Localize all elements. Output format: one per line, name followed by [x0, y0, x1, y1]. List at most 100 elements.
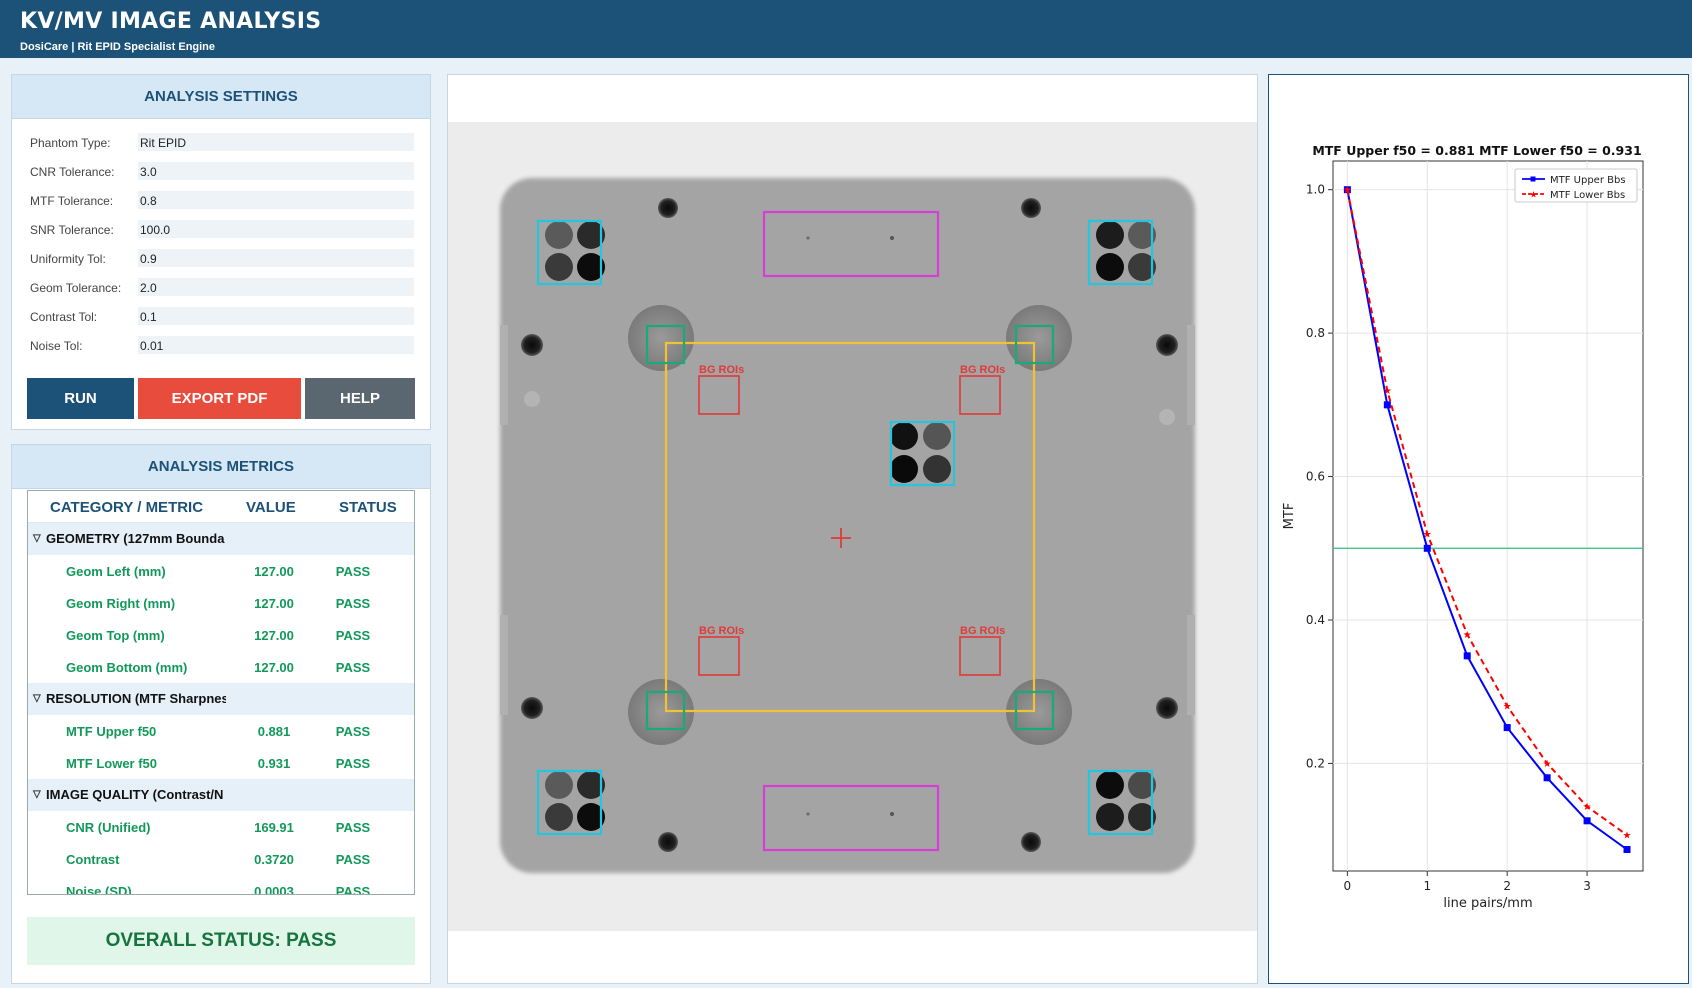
collapse-triangle-icon[interactable]: ▽: [33, 533, 41, 544]
y-tick-label: 0.8: [1306, 326, 1325, 340]
geom-tolerance-field[interactable]: 2.0: [138, 278, 414, 296]
plate-notch: [500, 325, 508, 425]
data-point-lower: ★: [1383, 386, 1392, 397]
bb-marker: [1021, 832, 1041, 852]
snr-tolerance-field[interactable]: 100.0: [138, 220, 414, 238]
legend-label-upper: MTF Upper Bbs: [1550, 175, 1626, 186]
metric-status: PASS: [335, 756, 371, 771]
metrics-title: ANALYSIS METRICS: [12, 445, 430, 489]
setting-label: Geom Tolerance:: [30, 281, 122, 295]
cnr-tolerance-field[interactable]: 3.0: [138, 162, 414, 180]
analysis-settings-panel: ANALYSIS SETTINGS Phantom Type: Rit EPID…: [11, 74, 431, 430]
settings-row: Phantom Type: Rit EPID: [30, 133, 426, 153]
bb-marker: [1156, 697, 1178, 719]
table-row[interactable]: MTF Lower f50 0.931 PASS: [28, 747, 414, 779]
settings-row: Geom Tolerance: 2.0: [30, 278, 426, 298]
image-viewer[interactable]: BG ROIs BG ROIs BG ROIs BG ROIs: [447, 74, 1258, 984]
bb-marker: [521, 334, 543, 356]
bb-marker: [658, 832, 678, 852]
table-row[interactable]: Geom Bottom (mm) 127.00 PASS: [28, 651, 414, 683]
settings-row: Noise Tol: 0.01: [30, 336, 426, 356]
data-point-upper: [1463, 652, 1471, 660]
column-header-value[interactable]: VALUE: [246, 499, 296, 516]
metric-value: 0.0003: [254, 884, 294, 895]
data-point-lower: ★: [1463, 630, 1472, 641]
metric-status: PASS: [335, 564, 371, 579]
metric-value: 0.881: [257, 724, 291, 739]
column-header-status[interactable]: STATUS: [339, 499, 397, 516]
metric-name: Geom Right (mm): [66, 596, 176, 611]
settings-row: SNR Tolerance: 100.0: [30, 220, 426, 240]
export-pdf-button[interactable]: EXPORT PDF: [138, 378, 301, 419]
y-axis-label: MTF: [1282, 503, 1297, 530]
overall-status-banner: OVERALL STATUS: PASS: [27, 917, 415, 965]
help-button[interactable]: HELP: [305, 378, 415, 419]
metric-name: Geom Top (mm): [66, 628, 165, 643]
plate-notch: [1187, 615, 1195, 715]
settings-row: MTF Tolerance: 0.8: [30, 191, 426, 211]
mtf-tolerance-field[interactable]: 0.8: [138, 191, 414, 209]
bg-roi-label: BG ROIs: [960, 625, 1005, 637]
setting-label: CNR Tolerance:: [30, 165, 115, 179]
settings-row: Contrast Tol: 0.1: [30, 307, 426, 327]
uniformity-tolerance-field[interactable]: 0.9: [138, 249, 414, 267]
data-point-lower: ★: [1503, 702, 1512, 713]
data-point-lower: ★: [1583, 802, 1592, 813]
mtf-chart[interactable]: MTF Upper f50 = 0.881 MTF Lower f50 = 0.…: [1269, 75, 1688, 983]
table-row[interactable]: Contrast 0.3720 PASS: [28, 843, 414, 875]
metric-value: 0.3720: [254, 852, 294, 867]
table-row[interactable]: Geom Right (mm) 127.00 PASS: [28, 587, 414, 619]
category-row-image-quality[interactable]: ▽ IMAGE QUALITY (Contrast/N: [28, 779, 414, 811]
noise-tolerance-field[interactable]: 0.01: [138, 336, 414, 354]
x-tick-label: 1: [1423, 879, 1431, 893]
setting-label: MTF Tolerance:: [30, 194, 114, 208]
app-subtitle: DosiCare | Rit EPID Specialist Engine: [20, 41, 216, 53]
metric-value: 0.931: [257, 756, 291, 771]
table-row[interactable]: Noise (SD) 0.0003 PASS: [28, 875, 414, 895]
analysis-metrics-panel: ANALYSIS METRICS CATEGORY / METRIC VALUE…: [11, 444, 431, 984]
bb-marker: [1021, 198, 1041, 218]
x-tick-label: 0: [1344, 879, 1352, 893]
table-row[interactable]: Geom Left (mm) 127.00 PASS: [28, 555, 414, 587]
setting-label: Noise Tol:: [30, 339, 83, 353]
setting-label: Phantom Type:: [30, 136, 111, 150]
plot-area: [1332, 160, 1644, 872]
metrics-table: CATEGORY / METRIC VALUE STATUS ▽ GEOMETR…: [27, 490, 415, 895]
metric-status: PASS: [335, 724, 371, 739]
mtf-plot-panel: MTF Upper f50 = 0.881 MTF Lower f50 = 0.…: [1268, 74, 1689, 984]
metric-name: Geom Bottom (mm): [66, 660, 188, 675]
metric-value: 127.00: [254, 564, 294, 579]
table-row[interactable]: MTF Upper f50 0.881 PASS: [28, 715, 414, 747]
collapse-triangle-icon[interactable]: ▽: [33, 693, 41, 704]
table-row[interactable]: CNR (Unified) 169.91 PASS: [28, 811, 414, 843]
table-row[interactable]: Geom Top (mm) 127.00 PASS: [28, 619, 414, 651]
phantom-image[interactable]: BG ROIs BG ROIs BG ROIs BG ROIs: [448, 75, 1257, 983]
setting-label: SNR Tolerance:: [30, 223, 114, 237]
bg-roi-label: BG ROIs: [699, 625, 744, 637]
legend-marker-upper: [1530, 176, 1536, 182]
category-name: RESOLUTION (MTF Sharpnes: [46, 691, 226, 706]
faint-marker: [524, 391, 540, 407]
y-tick-label: 0.2: [1306, 756, 1325, 770]
metric-status: PASS: [335, 852, 371, 867]
data-point-upper: [1503, 724, 1511, 732]
bg-roi-label: BG ROIs: [960, 364, 1005, 376]
x-tick-label: 3: [1583, 879, 1591, 893]
metric-value: 169.91: [254, 820, 294, 835]
category-row-geometry[interactable]: ▽ GEOMETRY (127mm Bounda: [28, 523, 414, 555]
lp-dot: [890, 236, 894, 240]
settings-title: ANALYSIS SETTINGS: [12, 75, 430, 119]
lp-dot: [806, 236, 810, 240]
bb-marker: [521, 697, 543, 719]
column-header-category[interactable]: CATEGORY / METRIC: [50, 499, 203, 516]
run-button[interactable]: RUN: [27, 378, 134, 419]
metric-value: 127.00: [254, 628, 294, 643]
collapse-triangle-icon[interactable]: ▽: [33, 789, 41, 800]
faint-marker: [1159, 409, 1175, 425]
metric-status: PASS: [335, 660, 371, 675]
metric-name: Noise (SD): [66, 884, 132, 895]
phantom-type-field[interactable]: Rit EPID: [138, 133, 414, 151]
setting-label: Uniformity Tol:: [30, 252, 106, 266]
contrast-tolerance-field[interactable]: 0.1: [138, 307, 414, 325]
category-row-resolution[interactable]: ▽ RESOLUTION (MTF Sharpnes: [28, 683, 414, 715]
